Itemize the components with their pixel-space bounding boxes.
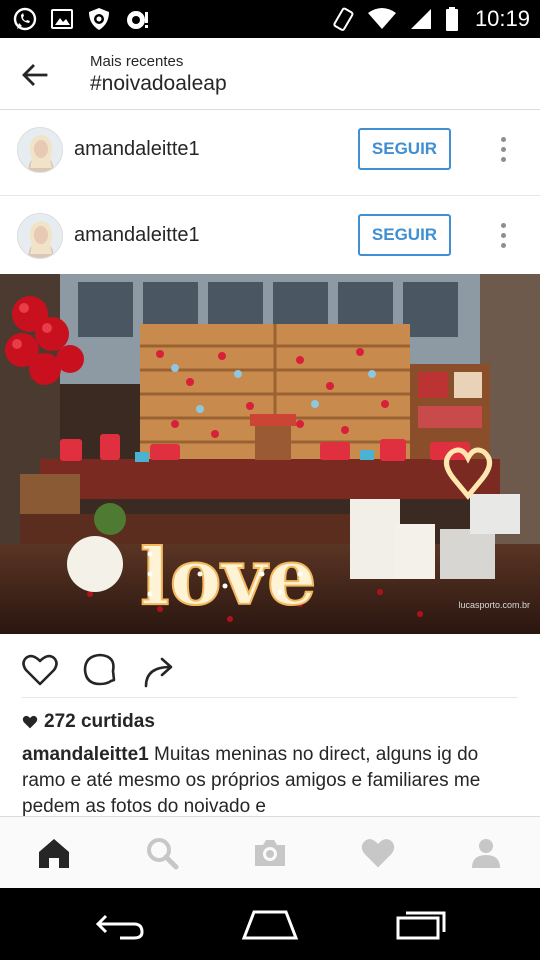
more-options-button[interactable]	[490, 132, 516, 166]
profile-icon	[472, 839, 500, 868]
eye-icon	[127, 11, 148, 29]
caption: amandaleitte1 Muitas meninas no direct, …	[22, 742, 522, 816]
tab-home[interactable]	[36, 835, 72, 871]
comment-button[interactable]	[80, 650, 120, 690]
heart-outline-icon	[22, 654, 58, 686]
user-row: amandaleitte1 SEGUIR	[0, 110, 540, 196]
divider	[22, 697, 518, 698]
tab-camera[interactable]	[252, 835, 288, 871]
more-dot	[500, 146, 506, 152]
likes-label: 272 curtidas	[44, 711, 155, 732]
tab-profile[interactable]	[468, 835, 504, 871]
avatar[interactable]	[17, 127, 63, 173]
more-dot	[500, 222, 506, 228]
header-subtitle: Mais recentes	[90, 53, 184, 70]
marquee-love-letters: love	[140, 532, 317, 623]
app-header: Mais recentes #noivadoaleap	[0, 38, 540, 110]
caption-username[interactable]: amandaleitte1	[22, 744, 149, 765]
recents-icon	[396, 911, 446, 940]
tab-search[interactable]	[144, 835, 180, 871]
clock: 10:19	[474, 6, 530, 31]
post-actions	[0, 640, 540, 696]
image-icon	[51, 9, 73, 29]
more-dot	[500, 156, 506, 162]
signal-icon	[410, 9, 431, 29]
nav-home-icon	[241, 910, 299, 940]
camera-icon	[255, 840, 285, 866]
more-dot	[500, 242, 506, 248]
share-button[interactable]	[140, 650, 180, 690]
follow-button[interactable]: SEGUIR	[358, 214, 451, 256]
back-icon	[95, 914, 144, 940]
avatar-image	[18, 214, 62, 258]
home-icon	[39, 839, 69, 868]
avatar-image	[18, 128, 62, 172]
post-photo[interactable]: love lucasporto.com.br	[0, 274, 540, 634]
photo-credit: lucasporto.com.br	[458, 600, 530, 610]
back-button[interactable]	[18, 58, 52, 92]
comment-icon	[83, 653, 116, 686]
system-nav-bar	[0, 888, 540, 960]
post-header: amandaleitte1 SEGUIR	[0, 196, 540, 282]
more-dot	[500, 232, 506, 238]
arrow-left-icon	[22, 64, 48, 86]
username[interactable]: amandaleitte1	[74, 138, 200, 161]
search-icon	[147, 838, 179, 870]
page-title: #noivadoaleap	[90, 72, 227, 95]
username[interactable]: amandaleitte1	[74, 224, 200, 247]
nav-recents-button[interactable]	[392, 906, 452, 942]
share-arrow-icon	[144, 657, 173, 688]
heart-icon	[361, 839, 395, 868]
status-bar: 10:19	[0, 0, 540, 38]
tab-activity[interactable]	[360, 835, 396, 871]
avatar[interactable]	[17, 213, 63, 259]
like-button[interactable]	[20, 650, 60, 690]
likes-count[interactable]: 272 curtidas	[22, 711, 155, 733]
vibrate-icon	[333, 7, 354, 31]
nav-home-button[interactable]	[240, 906, 300, 942]
follow-button[interactable]: SEGUIR	[358, 128, 451, 170]
heart-filled-icon	[22, 715, 38, 729]
engagement-decor-photo: love lucasporto.com.br	[0, 274, 540, 634]
more-dot	[500, 136, 506, 142]
more-options-button[interactable]	[490, 218, 516, 252]
whatsapp-icon	[13, 7, 37, 31]
nav-back-button[interactable]	[90, 906, 150, 942]
battery-icon	[445, 7, 458, 31]
shield-icon	[89, 8, 109, 30]
bottom-tab-bar	[0, 816, 540, 888]
wifi-icon	[367, 8, 396, 29]
